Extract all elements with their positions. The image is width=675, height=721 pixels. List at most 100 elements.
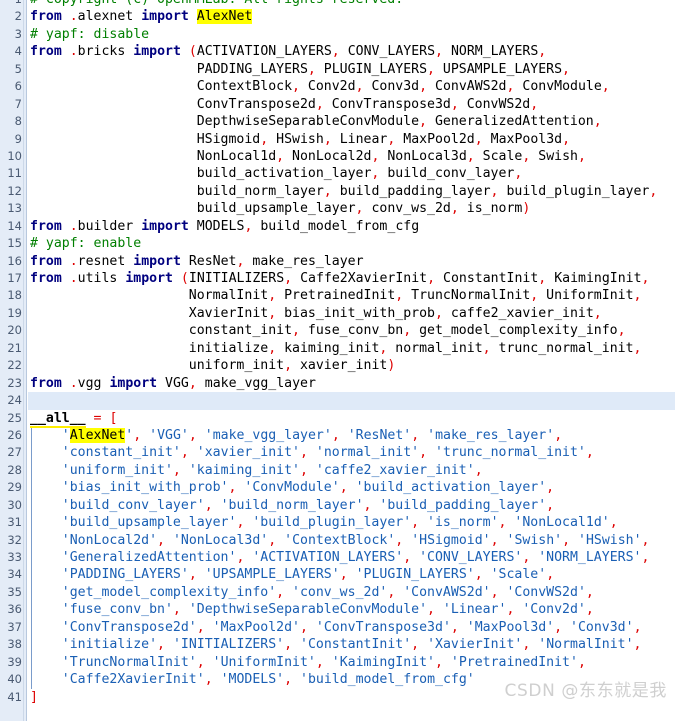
line-content: 'Caffe2XavierInit', 'MODELS', 'build_mod…	[61, 672, 475, 688]
code-line[interactable]: 33 'GeneralizedAttention', 'ACTIVATION_L…	[0, 549, 675, 567]
code-line[interactable]: 16 from .resnet import ResNet, make_res_l…	[0, 253, 675, 270]
line-content: 'NonLocal2d', 'NonLocal3d', 'ContextBloc…	[61, 532, 650, 548]
line-content: HSigmoid, HSwish, Linear, MaxPool2d, Max…	[196, 131, 571, 147]
code-line[interactable]: 11 build_activation_layer, build_conv_la…	[0, 165, 675, 182]
line-content: build_upsample_layer, conv_ws_2d, is_nor…	[196, 201, 531, 217]
code-line[interactable]: 3 # yapf: disable	[0, 26, 675, 43]
line-number: 8	[14, 114, 22, 129]
code-line[interactable]: 29 'bias_init_with_prob', 'ConvModule', …	[0, 479, 675, 497]
code-line[interactable]: 5 PADDING_LAYERS, PLUGIN_LAYERS, UPSAMPL…	[0, 61, 675, 78]
line-number: 28	[7, 462, 22, 477]
code-line[interactable]: 18 NormalInit, PretrainedInit, TruncNorm…	[0, 287, 675, 304]
code-line[interactable]: 1 # Copyright (c) OpenMMLab. All rights r…	[0, 0, 675, 8]
code-line[interactable]: 40 'Caffe2XavierInit', 'MODELS', 'build_…	[0, 671, 675, 689]
line-content: build_norm_layer, build_padding_layer, b…	[196, 183, 658, 199]
code-line[interactable]: 17 from .utils import (INITIALIZERS, Caff…	[0, 270, 675, 287]
line-content: build_activation_layer, build_conv_layer…	[196, 166, 523, 182]
code-line[interactable]: 7 ConvTranspose2d, ConvTranspose3d, Conv…	[0, 96, 675, 113]
line-number: 1	[0, 0, 22, 8]
line-number: 40	[7, 672, 22, 687]
line-content: 'AlexNet', 'VGG', 'make_vgg_layer', 'Res…	[61, 427, 563, 443]
line-content: from .alexnet import AlexNet	[30, 9, 253, 25]
code-line[interactable]: 10 NonLocal1d, NonLocal2d, NonLocal3d, S…	[0, 148, 675, 165]
line-content: 'bias_init_with_prob', 'ConvModule', 'bu…	[61, 480, 555, 496]
line-number: 22	[7, 358, 22, 373]
code-line[interactable]: 9 HSigmoid, HSwish, Linear, MaxPool2d, M…	[0, 131, 675, 148]
line-number: 39	[7, 654, 22, 669]
line-number: 4	[14, 44, 22, 59]
line-content: initialize, kaiming_init, normal_init, t…	[188, 340, 642, 356]
code-line[interactable]: 26 'AlexNet', 'VGG', 'make_vgg_layer', '…	[0, 426, 675, 445]
code-line[interactable]: 25 __all__ = [	[0, 410, 675, 428]
code-line[interactable]: 28 'uniform_init', 'kaiming_init', 'caff…	[0, 461, 675, 480]
line-number: 18	[7, 288, 22, 303]
line-content: 'uniform_init', 'kaiming_init', 'caffe2_…	[61, 462, 483, 478]
line-number: 23	[7, 375, 22, 390]
line-content: __all__ = [	[30, 410, 118, 428]
code-line[interactable]: 20 constant_init, fuse_conv_bn, get_mode…	[0, 322, 675, 339]
code-line[interactable]: 30 'build_conv_layer', 'build_norm_layer…	[0, 496, 675, 515]
code-line[interactable]: 23 from .vgg import VGG, make_vgg_layer	[0, 375, 675, 392]
code-line[interactable]: 6 ContextBlock, Conv2d, Conv3d, ConvAWS2…	[0, 78, 675, 95]
code-line[interactable]: 15 # yapf: enable	[0, 235, 675, 252]
line-content: DepthwiseSeparableConvModule, Generalize…	[196, 114, 602, 130]
line-number: 15	[7, 236, 22, 251]
code-line[interactable]: 13 build_upsample_layer, conv_ws_2d, is_…	[0, 200, 675, 217]
code-line[interactable]: 35 'get_model_complexity_info', 'conv_ws…	[0, 583, 675, 602]
code-line[interactable]: 12 build_norm_layer, build_padding_layer…	[0, 183, 675, 200]
line-number: 5	[14, 61, 22, 76]
line-number: 17	[7, 271, 22, 285]
line-number: 32	[7, 532, 22, 547]
line-content: 'PADDING_LAYERS', 'UPSAMPLE_LAYERS', 'PL…	[61, 567, 555, 583]
code-line[interactable]: 34 'PADDING_LAYERS', 'UPSAMPLE_LAYERS', …	[0, 566, 675, 584]
line-number: 2	[14, 9, 22, 24]
code-editor[interactable]: 1 # Copyright (c) OpenMMLab. All rights r…	[0, 0, 675, 721]
line-number: 31	[7, 515, 22, 530]
code-rows[interactable]: 1 # Copyright (c) OpenMMLab. All rights r…	[0, 0, 675, 706]
line-content: from .utils import (INITIALIZERS, Caffe2…	[30, 271, 650, 286]
code-line[interactable]: 21 initialize, kaiming_init, normal_init…	[0, 340, 675, 357]
code-line[interactable]: 36 'fuse_conv_bn', 'DepthwiseSeparableCo…	[0, 601, 675, 619]
line-number: 35	[7, 584, 22, 599]
line-content: 'build_conv_layer', 'build_norm_layer', …	[61, 497, 555, 513]
line-content: XavierInit, bias_init_with_prob, caffe2_…	[188, 305, 602, 321]
line-content: NormalInit, PretrainedInit, TruncNormalI…	[188, 288, 642, 304]
line-number: 13	[7, 201, 22, 216]
line-number: 19	[7, 305, 22, 320]
line-content: from .vgg import VGG, make_vgg_layer	[30, 375, 316, 391]
code-line[interactable]: 2 from .alexnet import AlexNet	[0, 8, 675, 25]
line-number: 30	[7, 497, 22, 512]
line-number: 6	[14, 79, 22, 94]
code-line[interactable]: 37 'ConvTranspose2d', 'MaxPool2d', 'Conv…	[0, 618, 675, 637]
code-line[interactable]: 27 'constant_init', 'xavier_init', 'norm…	[0, 444, 675, 462]
line-content: # Copyright (c) OpenMMLab. All rights re…	[30, 0, 403, 8]
line-content: # yapf: disable	[30, 26, 150, 42]
line-content: constant_init, fuse_conv_bn, get_model_c…	[188, 323, 626, 339]
line-number: 3	[14, 26, 22, 41]
code-line[interactable]: 22 uniform_init, xavier_init)	[0, 357, 675, 374]
current-line-highlight	[28, 392, 675, 410]
line-number: 29	[7, 480, 22, 495]
code-line[interactable]: 24	[0, 392, 675, 410]
line-content: 'constant_init', 'xavier_init', 'normal_…	[61, 445, 594, 461]
code-line[interactable]: 39 'TruncNormalInit', 'UniformInit', 'Ka…	[0, 653, 675, 672]
code-line[interactable]: 41]	[0, 689, 675, 706]
code-line[interactable]: 19 XavierInit, bias_init_with_prob, caff…	[0, 305, 675, 322]
code-line[interactable]: 31 'build_upsample_layer', 'build_plugin…	[0, 514, 675, 532]
line-number: 9	[14, 131, 22, 146]
line-number: 21	[7, 340, 22, 355]
line-number: 38	[7, 637, 22, 652]
line-number: 11	[7, 166, 22, 181]
line-content: 'build_upsample_layer', 'build_plugin_la…	[61, 515, 618, 531]
code-line[interactable]: 14 from .builder import MODELS, build_mod…	[0, 218, 675, 235]
code-line[interactable]: 32 'NonLocal2d', 'NonLocal3d', 'ContextB…	[0, 531, 675, 549]
line-content: NonLocal1d, NonLocal2d, NonLocal3d, Scal…	[196, 148, 586, 164]
line-number: 10	[7, 148, 22, 163]
line-content: ConvTranspose2d, ConvTranspose3d, ConvWS…	[196, 96, 539, 112]
line-number: 25	[7, 410, 22, 425]
code-line[interactable]: 4 from .bricks import (ACTIVATION_LAYERS,…	[0, 43, 675, 60]
line-content: 'GeneralizedAttention', 'ACTIVATION_LAYE…	[61, 550, 650, 565]
code-line[interactable]: 38 'initialize', 'INITIALIZERS', 'Consta…	[0, 636, 675, 654]
line-number: 20	[7, 323, 22, 338]
code-line[interactable]: 8 DepthwiseSeparableConvModule, Generali…	[0, 113, 675, 130]
